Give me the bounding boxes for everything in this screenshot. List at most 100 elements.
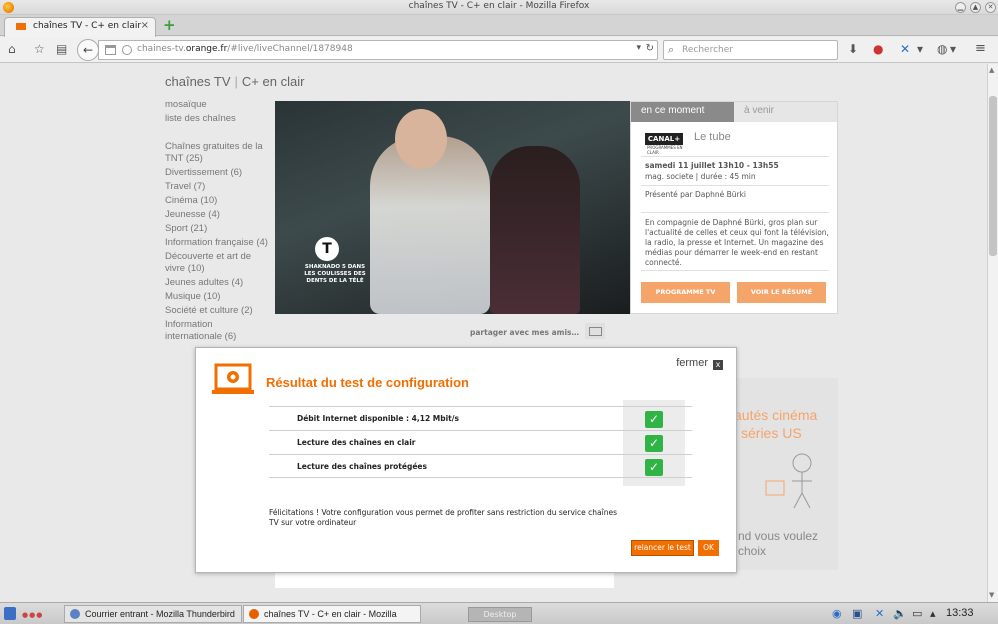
view-summary-button[interactable]: VOIR LE RÉSUMÉ — [737, 282, 826, 303]
tab-now[interactable]: en ce moment — [631, 102, 734, 122]
share-text[interactable]: partager avec mes amis… — [470, 328, 579, 337]
category-link[interactable]: Musique (10) — [165, 291, 270, 303]
promo-illustration-icon — [765, 453, 812, 509]
tab-favicon-icon — [16, 23, 26, 30]
tv-program-button[interactable]: PROGRAMME TV — [641, 282, 730, 303]
network-icon[interactable]: ◉ — [832, 608, 842, 620]
search-bar[interactable]: ⌕ — [663, 40, 838, 60]
category-link[interactable]: Chaînes gratuites de la TNT (25) — [165, 141, 270, 165]
promo-line-4: choix — [738, 544, 767, 558]
start-menu-icon[interactable] — [4, 607, 16, 620]
category-link[interactable]: Société et culture (2) — [165, 305, 270, 317]
taskbar-item-label: Courrier entrant - Mozilla Thunderbird — [85, 609, 235, 619]
category-link[interactable]: Cinéma (10) — [165, 195, 270, 207]
download-icon[interactable]: ⬇ — [848, 42, 858, 56]
taskbar-item-label: chaînes TV - C+ en clair - Mozilla Firef… — [264, 609, 397, 619]
channel-logo: CANAL+ — [645, 133, 683, 145]
home-icon[interactable]: ⌂ — [8, 42, 16, 56]
clock[interactable]: 13:33 — [946, 607, 974, 619]
category-link[interactable]: Jeunesse (4) — [165, 209, 270, 221]
close-label[interactable]: fermer — [676, 357, 708, 369]
tools-icon[interactable]: ✕ — [875, 608, 884, 620]
taskbar-item-thunderbird[interactable]: Courrier entrant - Mozilla Thunderbird — [64, 605, 242, 623]
new-tab-button[interactable]: + — [163, 18, 176, 33]
category-link[interactable]: Divertissement (6) — [165, 167, 270, 179]
result-message: Félicitations ! Votre configuration vous… — [269, 508, 617, 527]
addon-dropdown-icon[interactable]: ▾ — [917, 42, 923, 56]
divider — [641, 270, 829, 271]
scroll-down-icon[interactable]: ▼ — [989, 591, 994, 599]
check-icon: ✓ — [645, 459, 663, 476]
program-description: En compagnie de Daphné Bürki, gros plan … — [645, 218, 829, 267]
result-label: Lecture des chaînes protégées — [297, 462, 427, 471]
url-bar[interactable]: chaines-tv.orange.fr/#live/liveChannel/1… — [98, 40, 658, 60]
taskbar-item-firefox[interactable]: chaînes TV - C+ en clair - Mozilla Firef… — [243, 605, 421, 623]
result-row: Lecture des chaînes protégées — [269, 454, 692, 478]
nav-channel-list-link[interactable]: liste des chaînes — [165, 112, 270, 125]
program-host: Présenté par Daphné Bürki — [645, 190, 747, 199]
sidebar: mosaïque liste des chaînes Chaînes gratu… — [165, 98, 270, 345]
scroll-up-icon[interactable]: ▲ — [989, 66, 994, 74]
config-test-dialog: fermer x Résultat du test de configurati… — [195, 347, 737, 573]
screen-icon[interactable]: ▣ — [852, 608, 862, 620]
url-dropdown-icon[interactable]: ▾ — [636, 43, 641, 53]
program-meta: mag. societe | durée : 45 min — [645, 172, 756, 181]
navigation-toolbar: ⌂ ☆ ▤ chaines-tv.orange.fr/#live/liveCha… — [0, 37, 998, 63]
reload-icon[interactable]: ↻ — [646, 43, 654, 54]
reading-list-icon[interactable]: ▤ — [56, 42, 67, 56]
thunderbird-icon — [70, 609, 80, 619]
category-link[interactable]: Information internationale (6) — [165, 319, 270, 343]
battery-icon[interactable]: ▭ — [912, 608, 922, 620]
result-list: Débit Internet disponible : 4,12 Mbit/s … — [269, 406, 692, 478]
tab-upcoming[interactable]: à venir — [734, 102, 837, 122]
search-icon: ⌕ — [668, 43, 675, 56]
category-link[interactable]: Jeunes adultes (4) — [165, 277, 270, 289]
mail-share-icon[interactable] — [585, 323, 605, 339]
divider — [641, 156, 829, 157]
window-title: chaînes TV - C+ en clair - Mozilla Firef… — [408, 1, 590, 11]
result-label: Débit Internet disponible : 4,12 Mbit/s — [297, 414, 459, 423]
divider — [641, 212, 829, 213]
nav-mosaic-link[interactable]: mosaïque — [165, 98, 270, 111]
search-input[interactable] — [682, 43, 832, 57]
minimize-button[interactable]: ▁ — [955, 2, 966, 13]
category-link[interactable]: Découverte et art de vivre (10) — [165, 251, 270, 275]
addon-2-icon[interactable]: ✕ — [900, 42, 910, 56]
page-icon — [105, 45, 116, 55]
tab-close-icon[interactable]: × — [141, 20, 149, 31]
tray-expand-icon[interactable]: ▴ — [930, 608, 936, 620]
promo-line-2: séries US — [741, 425, 802, 441]
browser-tab-active[interactable]: chaînes TV - C+ en clair × — [4, 17, 156, 37]
page-content: chaînes TV | C+ en clair mosaïque liste de… — [0, 64, 987, 602]
retest-button[interactable]: relancer le test — [631, 540, 694, 556]
globe-dropdown-icon[interactable]: ▾ — [950, 42, 956, 56]
back-button[interactable]: ← — [77, 39, 99, 61]
site-identity-icon[interactable] — [122, 45, 132, 55]
volume-icon[interactable]: 🔈 — [893, 608, 907, 620]
desktop-label[interactable]: Desktop — [468, 607, 532, 622]
program-date: samedi 11 juillet 13h10 - 13h55 — [645, 161, 779, 170]
category-link[interactable]: Sport (21) — [165, 223, 270, 235]
addon-icon[interactable]: ● — [873, 42, 883, 56]
category-link[interactable]: Travel (7) — [165, 181, 270, 193]
video-caption: SHAKNADO 5 DANS LES COULISSES DES DENTS … — [304, 264, 366, 284]
bookmark-star-icon[interactable]: ☆ — [34, 42, 45, 56]
video-player[interactable]: T SHAKNADO 5 DANS LES COULISSES DES DENT… — [275, 101, 630, 314]
schedule-tabs: en ce moment à venir — [631, 102, 837, 122]
menu-icon[interactable]: ≡ — [975, 42, 986, 56]
workspace-switcher-icon[interactable]: ●●● — [22, 611, 43, 619]
site-name[interactable]: chaînes TV — [165, 74, 231, 89]
category-link[interactable]: Information française (4) — [165, 237, 270, 249]
close-icon[interactable]: x — [713, 360, 723, 370]
url-text[interactable]: chaines-tv.orange.fr/#live/liveChannel/1… — [137, 44, 353, 54]
channel-logo-subtitle: PROGRAMMES EN CLAIR — [647, 145, 683, 155]
tab-strip: chaînes TV - C+ en clair × + — [0, 15, 998, 37]
globe-icon[interactable]: ◍ — [937, 42, 947, 56]
close-window-button[interactable]: ✕ — [985, 2, 996, 13]
page-scrollbar[interactable]: ▲ ▼ — [987, 64, 998, 602]
scrollbar-thumb[interactable] — [989, 96, 997, 256]
dialog-title: Résultat du test de configuration — [266, 375, 469, 390]
ok-button[interactable]: OK — [698, 540, 719, 556]
maximize-button[interactable]: ▲ — [970, 2, 981, 13]
page-title: chaînes TV | C+ en clair — [165, 74, 304, 89]
